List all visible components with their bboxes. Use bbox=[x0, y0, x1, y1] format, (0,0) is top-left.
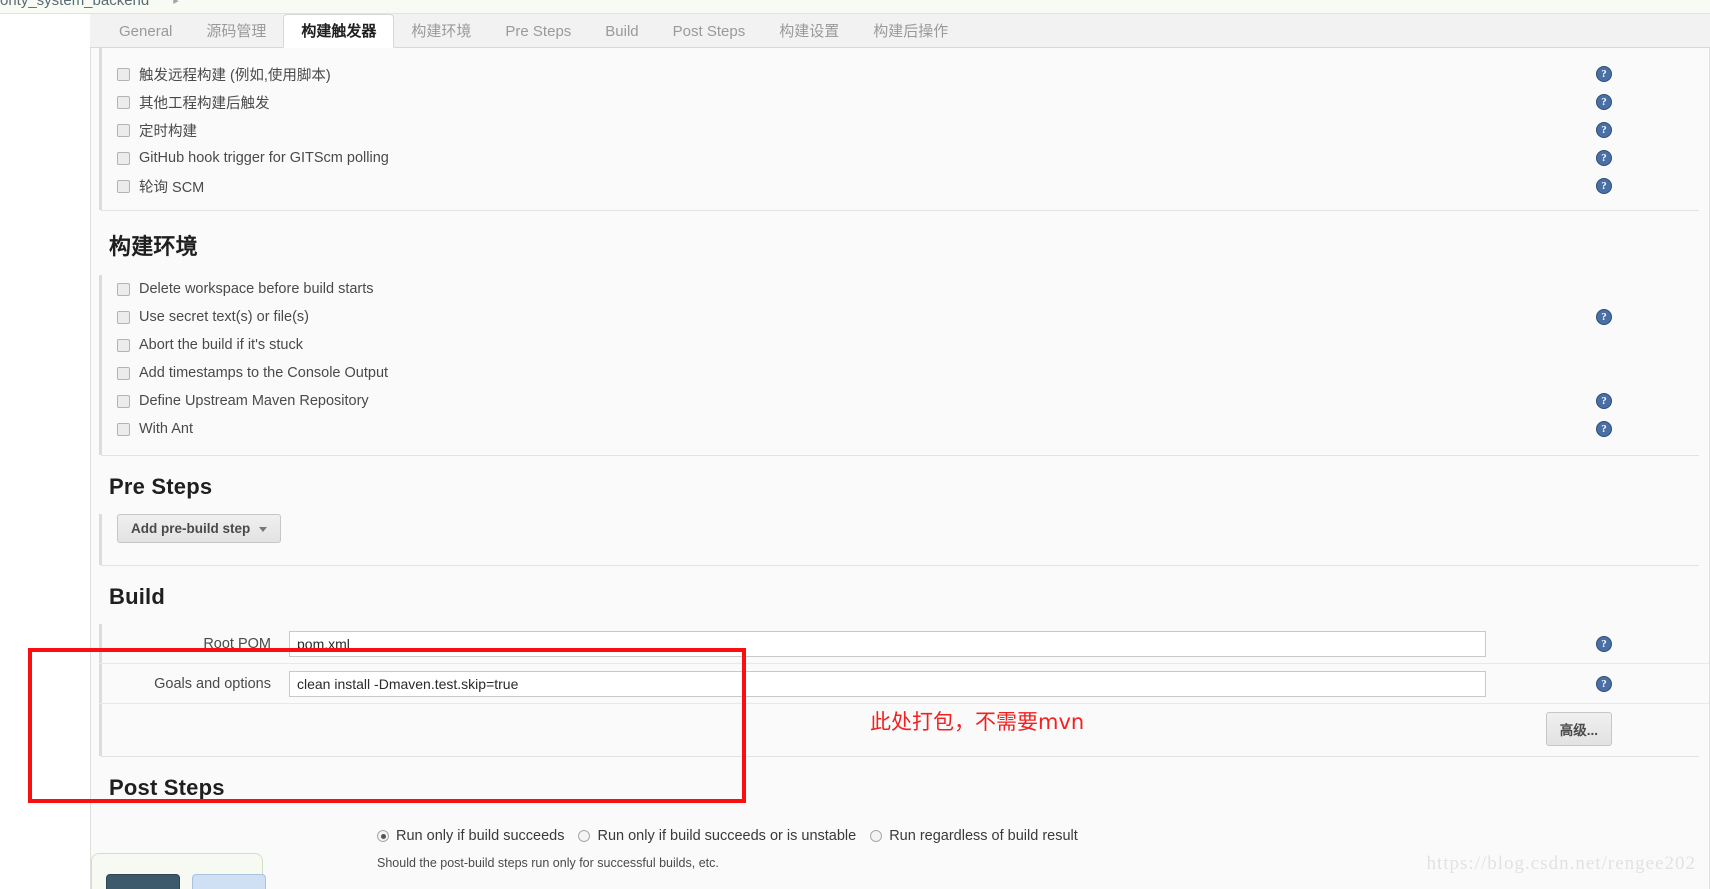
build-triggers-section: 触发远程构建 (例如,使用脚本) ? 其他工程构建后触发 ? 定时构建 ? Gi… bbox=[91, 48, 1709, 210]
trigger-row-github-hook[interactable]: GitHub hook trigger for GITScm polling ? bbox=[99, 144, 1709, 172]
trigger-label-timer: 定时构建 bbox=[139, 123, 197, 140]
root-pom-input[interactable] bbox=[289, 630, 1486, 657]
env-label-delete-workspace: Delete workspace before build starts bbox=[139, 281, 374, 297]
trigger-row-poll-scm[interactable]: 轮询 SCM ? bbox=[99, 172, 1709, 200]
post-steps-radio-group: Run only if build succeeds Run only if b… bbox=[99, 823, 1709, 849]
root-pom-label: Root POM bbox=[203, 635, 271, 652]
add-pre-build-step-label: Add pre-build step bbox=[131, 521, 251, 536]
help-icon[interactable]: ? bbox=[1596, 150, 1612, 166]
env-row-timestamps[interactable]: Add timestamps to the Console Output bbox=[99, 359, 1709, 387]
trigger-row-upstream[interactable]: 其他工程构建后触发 ? bbox=[99, 88, 1709, 116]
radio-run-if-succeeds-or-unstable[interactable] bbox=[578, 830, 591, 842]
tab-post-steps[interactable]: Post Steps bbox=[656, 15, 763, 48]
tab-build-environment[interactable]: 构建环境 bbox=[394, 15, 488, 48]
trigger-label-github-hook: GitHub hook trigger for GITScm polling bbox=[139, 150, 389, 166]
env-label-with-ant: With Ant bbox=[139, 421, 193, 437]
advanced-button[interactable]: 高级... bbox=[1545, 712, 1612, 746]
help-icon[interactable]: ? bbox=[1596, 94, 1612, 110]
chevron-right-icon[interactable]: ▸ bbox=[173, 0, 179, 7]
jenkins-configure-page: ority_system_backend ▸ General 源码管理 构建触发… bbox=[0, 0, 1710, 889]
help-icon[interactable]: ? bbox=[1596, 178, 1612, 194]
config-panel: General 源码管理 构建触发器 构建环境 Pre Steps Build … bbox=[90, 14, 1710, 889]
tab-build-settings[interactable]: 构建设置 bbox=[762, 15, 856, 48]
radio-label-run-if-succeeds-or-unstable: Run only if build succeeds or is unstabl… bbox=[597, 828, 857, 844]
apply-button[interactable] bbox=[192, 874, 266, 889]
env-label-abort-stuck: Abort the build if it's stuck bbox=[139, 337, 303, 353]
trigger-label-poll-scm: 轮询 SCM bbox=[139, 179, 205, 196]
env-row-upstream-maven-repo[interactable]: Define Upstream Maven Repository ? bbox=[99, 387, 1709, 415]
tab-source-management[interactable]: 源码管理 bbox=[189, 15, 283, 48]
checkbox-trigger-timer[interactable] bbox=[117, 123, 130, 137]
tab-pre-steps[interactable]: Pre Steps bbox=[488, 15, 588, 48]
tab-post-build-actions[interactable]: 构建后操作 bbox=[856, 15, 965, 48]
help-icon[interactable]: ? bbox=[1596, 122, 1612, 138]
env-label-upstream-maven-repo: Define Upstream Maven Repository bbox=[139, 393, 369, 409]
tab-build-triggers[interactable]: 构建触发器 bbox=[283, 14, 395, 48]
help-icon[interactable]: ? bbox=[1596, 675, 1612, 692]
pre-steps-section: Add pre-build step bbox=[91, 514, 1709, 565]
env-row-with-ant[interactable]: With Ant ? bbox=[99, 415, 1709, 443]
config-tab-bar: General 源码管理 构建触发器 构建环境 Pre Steps Build … bbox=[90, 14, 1710, 48]
checkbox-with-ant[interactable] bbox=[117, 422, 130, 436]
env-label-timestamps: Add timestamps to the Console Output bbox=[139, 365, 389, 381]
checkbox-upstream-maven-repo[interactable] bbox=[117, 394, 130, 408]
help-icon[interactable]: ? bbox=[1596, 309, 1612, 325]
env-label-secret-text: Use secret text(s) or file(s) bbox=[139, 309, 309, 325]
env-row-abort-stuck[interactable]: Abort the build if it's stuck bbox=[99, 331, 1709, 359]
checkbox-abort-stuck[interactable] bbox=[117, 338, 130, 352]
config-form-body: 触发远程构建 (例如,使用脚本) ? 其他工程构建后触发 ? 定时构建 ? Gi… bbox=[90, 48, 1710, 889]
env-row-delete-workspace[interactable]: Delete workspace before build starts bbox=[99, 275, 1709, 303]
add-pre-build-step-button[interactable]: Add pre-build step bbox=[117, 514, 282, 543]
help-icon[interactable]: ? bbox=[1596, 635, 1612, 652]
post-steps-heading: Post Steps bbox=[109, 775, 225, 800]
help-icon[interactable]: ? bbox=[1596, 66, 1612, 82]
trigger-row-remote[interactable]: 触发远程构建 (例如,使用脚本) ? bbox=[99, 60, 1709, 88]
radio-label-run-regardless: Run regardless of build result bbox=[889, 828, 1078, 844]
goals-and-options-row: Goals and options ? bbox=[99, 664, 1709, 704]
checkbox-timestamps[interactable] bbox=[117, 366, 130, 380]
form-action-box bbox=[91, 853, 266, 889]
goals-and-options-label: Goals and options bbox=[154, 675, 271, 692]
checkbox-secret-text[interactable] bbox=[117, 310, 130, 324]
tab-build[interactable]: Build bbox=[588, 15, 655, 48]
help-icon[interactable]: ? bbox=[1596, 393, 1612, 409]
build-environment-heading: 构建环境 bbox=[109, 234, 198, 259]
checkbox-trigger-remote[interactable] bbox=[117, 67, 130, 81]
pre-steps-heading: Pre Steps bbox=[109, 474, 213, 499]
help-icon[interactable]: ? bbox=[1596, 421, 1612, 437]
checkbox-trigger-upstream[interactable] bbox=[117, 95, 130, 109]
watermark: https://blog.csdn.net/rengee202 bbox=[1426, 853, 1696, 874]
breadcrumb: ority_system_backend ▸ bbox=[0, 0, 1710, 14]
root-pom-row: Root POM ? bbox=[99, 624, 1709, 664]
annotation-note: 此处打包，不需要mvn bbox=[870, 710, 1085, 734]
checkbox-delete-workspace[interactable] bbox=[117, 282, 130, 296]
radio-label-run-only-if-succeeds: Run only if build succeeds bbox=[396, 828, 565, 844]
tab-general[interactable]: General bbox=[102, 15, 189, 48]
build-environment-section: Delete workspace before build starts Use… bbox=[91, 275, 1709, 455]
trigger-label-upstream: 其他工程构建后触发 bbox=[139, 95, 270, 112]
env-row-secret-text[interactable]: Use secret text(s) or file(s) ? bbox=[99, 303, 1709, 331]
chevron-down-icon bbox=[259, 526, 268, 532]
section-accent-bar bbox=[99, 514, 102, 565]
checkbox-trigger-poll-scm[interactable] bbox=[117, 179, 130, 193]
breadcrumb-project-link[interactable]: ority_system_backend bbox=[0, 0, 149, 9]
goals-and-options-input[interactable] bbox=[289, 670, 1486, 697]
radio-run-only-if-succeeds[interactable] bbox=[377, 830, 389, 842]
checkbox-trigger-github-hook[interactable] bbox=[117, 151, 130, 165]
radio-run-regardless[interactable] bbox=[870, 830, 883, 842]
trigger-label-remote: 触发远程构建 (例如,使用脚本) bbox=[139, 67, 331, 84]
trigger-row-timer[interactable]: 定时构建 ? bbox=[99, 116, 1709, 144]
save-button[interactable] bbox=[106, 874, 180, 889]
build-heading: Build bbox=[109, 584, 165, 609]
build-section: Root POM ? Goals and options ? 高级... bbox=[91, 624, 1709, 756]
